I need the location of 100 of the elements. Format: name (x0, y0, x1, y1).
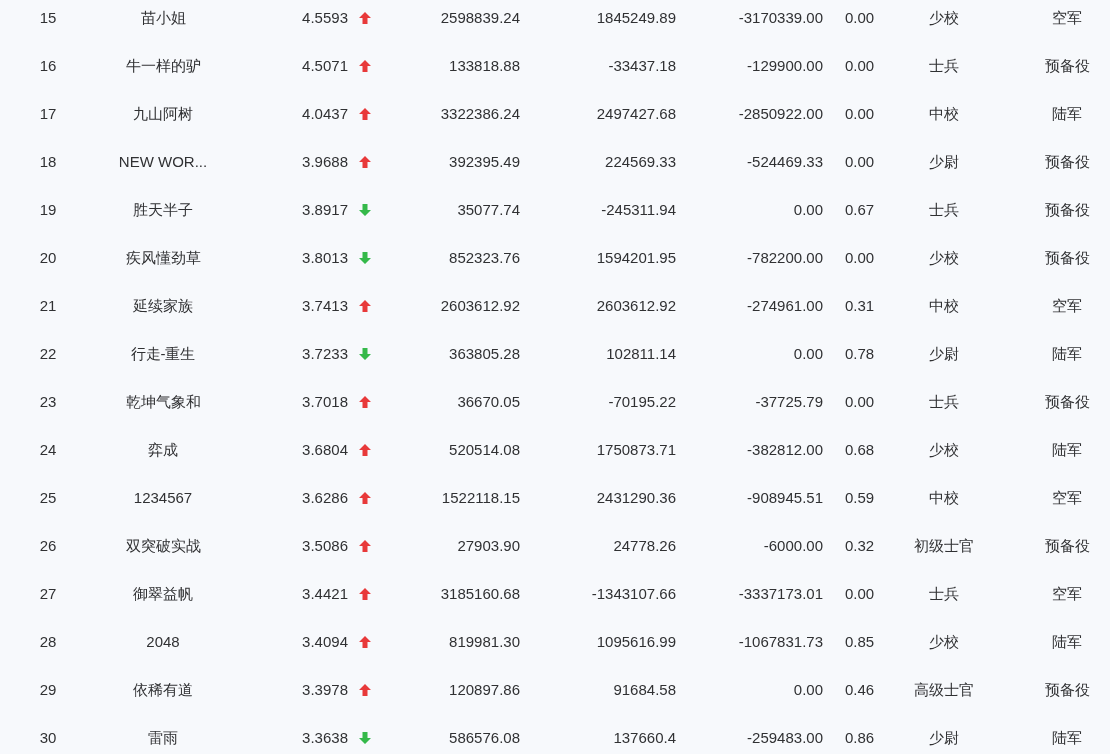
table-cell: 3.3978 (302, 680, 348, 698)
table-cell: -3337173.01 (738, 584, 823, 602)
table-cell: 24 (39, 440, 57, 458)
table-cell: 0.00 (845, 8, 875, 26)
table-cell: NEW WOR... (118, 152, 208, 170)
table-cell: 0.00 (845, 56, 875, 74)
table-cell: 初级士官 (914, 536, 974, 554)
table-cell: 0.31 (845, 296, 875, 314)
table-cell: 0.00 (845, 152, 875, 170)
table-cell: 士兵 (929, 56, 959, 74)
table-cell: 胜天半子 (133, 200, 193, 218)
table-cell: 双突破实战 (125, 536, 201, 554)
table-cell: 21 (39, 296, 57, 314)
table-cell: 少校 (929, 440, 959, 458)
table-cell: 852323.76 (449, 248, 520, 266)
table-cell: -3170339.00 (738, 8, 823, 26)
table-cell: 士兵 (929, 584, 959, 602)
table-cell: 0.00 (793, 200, 823, 218)
table-cell: 4.5593 (302, 8, 348, 26)
table-cell: 乾坤气象和 (125, 392, 201, 410)
table-cell: -274961.00 (747, 296, 823, 314)
table-cell: 1594201.95 (596, 248, 676, 266)
table-cell: 弈成 (148, 440, 178, 458)
table-cell: 1234567 (133, 488, 193, 506)
table-cell: 120897.86 (449, 680, 520, 698)
table-cell: 陆军 (1052, 104, 1082, 122)
table-cell: 3.5086 (302, 536, 348, 554)
table-cell: 陆军 (1052, 728, 1082, 746)
table-cell: 1750873.71 (596, 440, 676, 458)
table-cell: 224569.33 (605, 152, 676, 170)
table-cell: 0.00 (845, 584, 875, 602)
table-cell: -245311.94 (601, 200, 676, 218)
table-cell: 27903.90 (457, 536, 520, 554)
table-cell: 苗小姐 (140, 8, 186, 26)
table-cell: -782200.00 (747, 248, 823, 266)
table-cell: 29 (39, 680, 57, 698)
table-cell: 少尉 (929, 152, 959, 170)
table-cell: 26 (39, 536, 57, 554)
table-cell: 0.86 (845, 728, 875, 746)
table-cell: 20 (39, 248, 57, 266)
table-cell: 士兵 (929, 200, 959, 218)
table-cell: 19 (39, 200, 57, 218)
table-cell: -6000.00 (763, 536, 823, 554)
table-cell: 3.7018 (302, 392, 348, 410)
table-cell: 3.7413 (302, 296, 348, 314)
table-cell: -382812.00 (747, 440, 823, 458)
table-cell: 0.85 (845, 632, 875, 650)
table-cell: 陆军 (1052, 632, 1082, 650)
table-cell: 延续家族 (133, 296, 193, 314)
table-cell: 3322386.24 (440, 104, 520, 122)
table-cell: 0.00 (793, 680, 823, 698)
table-cell: 3.6286 (302, 488, 348, 506)
table-cell: 3.3638 (302, 728, 348, 746)
table-cell: 36670.05 (457, 392, 520, 410)
table-cell: 586576.08 (449, 728, 520, 746)
table-cell: 预备役 (1044, 248, 1090, 266)
table-cell: 预备役 (1044, 392, 1090, 410)
table-cell: 0.59 (845, 488, 875, 506)
table-cell: 25 (39, 488, 57, 506)
table-cell: 0.46 (845, 680, 875, 698)
table-cell: 3.8013 (302, 248, 348, 266)
table-cell: 3.9688 (302, 152, 348, 170)
table-cell: 17 (39, 104, 57, 122)
table-cell: 0.00 (845, 104, 875, 122)
table-cell: 4.0437 (302, 104, 348, 122)
table-cell: 133818.88 (449, 56, 520, 74)
table-cell: 91684.58 (613, 680, 676, 698)
table-cell: 16 (39, 56, 57, 74)
table-cell: 预备役 (1044, 680, 1090, 698)
table-cell: 中校 (929, 488, 959, 506)
table-cell: 预备役 (1044, 536, 1090, 554)
table-cell: 3.8917 (302, 200, 348, 218)
table-cell: 15 (39, 8, 57, 26)
table-cell: 0.68 (845, 440, 875, 458)
table-cell: 137660.4 (613, 728, 676, 746)
table-cell: 空军 (1052, 488, 1082, 506)
table-cell: -2850922.00 (738, 104, 823, 122)
table-cell: -70195.22 (608, 392, 676, 410)
table-cell: 2603612.92 (596, 296, 676, 314)
table-cell: -1067831.73 (738, 632, 823, 650)
table-cell: 预备役 (1044, 152, 1090, 170)
table-cell: 0.00 (845, 392, 875, 410)
table-cell: 少校 (929, 8, 959, 26)
table-cell: 高级士官 (914, 680, 974, 698)
table-cell: 少校 (929, 248, 959, 266)
table-cell: 雷雨 (148, 728, 178, 746)
table-cell: 御翠益帆 (133, 584, 193, 602)
table-cell: 牛一样的驴 (125, 56, 201, 74)
table-cell: -908945.51 (747, 488, 823, 506)
table-cell: 520514.08 (449, 440, 520, 458)
table-cell: 0.78 (845, 344, 875, 362)
table-cell: -524469.33 (747, 152, 823, 170)
table-cell: 3.6804 (302, 440, 348, 458)
table-cell: 2048 (146, 632, 180, 650)
table-cell: 3185160.68 (440, 584, 520, 602)
table-cell: 0.67 (845, 200, 875, 218)
table-cell: 0.00 (845, 248, 875, 266)
table-cell: 22 (39, 344, 57, 362)
table-cell: 空军 (1052, 8, 1082, 26)
table-cell: 空军 (1052, 296, 1082, 314)
